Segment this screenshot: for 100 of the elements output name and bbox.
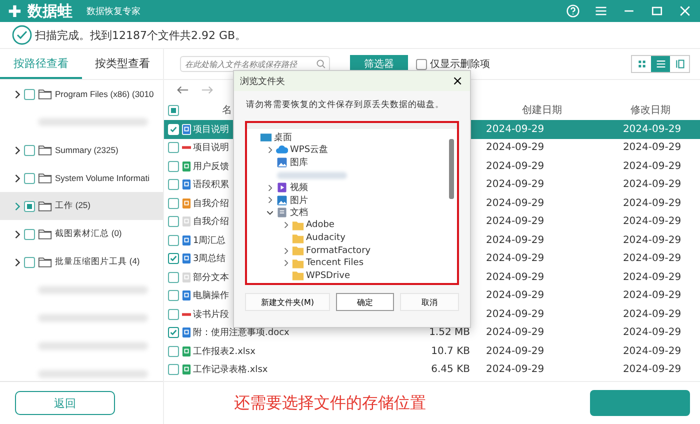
- chevron-icon[interactable]: [14, 146, 21, 154]
- file-name: 读书片段: [193, 308, 229, 321]
- created-date: 2024-09-29: [486, 290, 544, 302]
- back-arrow-icon[interactable]: [176, 85, 189, 95]
- created-date: 2024-09-29: [486, 142, 544, 154]
- forward-arrow-icon[interactable]: [201, 85, 214, 95]
- tree-item[interactable]: 工作 (25): [0, 192, 163, 220]
- folder-icon: [38, 256, 52, 268]
- close-button[interactable]: ×: [449, 74, 466, 88]
- folder-name[interactable]: 图片: [290, 194, 308, 207]
- cloud-icon: [276, 144, 288, 156]
- file-size: 1.52 MB: [429, 327, 470, 338]
- checkbox[interactable]: [168, 160, 178, 172]
- modified-date: 2024-09-29: [622, 234, 682, 246]
- modified-date: 2024-09-29: [622, 272, 682, 283]
- folder-name[interactable]: Tencent Files: [306, 258, 364, 268]
- columns-icon: [674, 59, 684, 69]
- column-header[interactable]: 创建日期: [475, 103, 601, 117]
- tree-item[interactable]: Program Files (x86) (3010: [0, 80, 163, 108]
- view-tab[interactable]: 按类型查看: [82, 49, 163, 79]
- checkbox[interactable]: [168, 290, 178, 302]
- created-date: 2024-09-29: [486, 308, 544, 320]
- chevron-right-icon[interactable]: [266, 184, 274, 192]
- search-icon[interactable]: [316, 59, 326, 69]
- folder-name[interactable]: WPSDrive: [306, 270, 350, 281]
- chevron-icon[interactable]: [14, 258, 21, 266]
- checkbox[interactable]: [24, 256, 35, 268]
- dialog-button[interactable]: 取消: [400, 293, 460, 311]
- folder-name[interactable]: WPS云盘: [290, 143, 328, 156]
- chevron-icon[interactable]: [14, 174, 21, 182]
- checkbox[interactable]: [168, 346, 178, 357]
- app-name: 数据蛙: [27, 2, 72, 20]
- modified-date: 2024-09-29: [622, 179, 682, 190]
- folder-name[interactable]: Audacity: [306, 233, 346, 244]
- tree-item[interactable]: Summary (2325): [0, 136, 163, 164]
- checkbox[interactable]: [168, 364, 178, 376]
- chevron-right-icon[interactable]: [282, 259, 290, 268]
- list-view-button[interactable]: [651, 56, 670, 72]
- folder-icon: [38, 172, 52, 184]
- folder-tree[interactable]: 桌面 WPS云盘 图库 视频 图片 文档 Adobe Audacity FormatFactory Tencent Files WPSDrive: [247, 123, 457, 283]
- close-icon[interactable]: [678, 4, 692, 18]
- chevron-icon[interactable]: [14, 90, 21, 98]
- created-date: 2024-09-29: [486, 216, 544, 228]
- modified-date: 2024-09-29: [622, 346, 682, 357]
- back-button[interactable]: 返回: [15, 391, 115, 415]
- folder-name[interactable]: 视频: [290, 181, 308, 194]
- chevron-right-icon[interactable]: [266, 146, 274, 154]
- column-header[interactable]: 名: [182, 103, 232, 117]
- dialog-button[interactable]: 新建文件夹(M): [245, 293, 330, 311]
- deleted-only-checkbox[interactable]: 仅显示删除项: [416, 57, 490, 71]
- text-file-icon: [182, 216, 191, 228]
- checkbox[interactable]: [168, 327, 178, 338]
- folder-name[interactable]: 文档: [290, 206, 308, 220]
- checkbox[interactable]: [168, 308, 178, 320]
- modified-date: 2024-09-29: [622, 216, 682, 228]
- modified-date: 2024-09-29: [622, 253, 682, 264]
- file-name: 用户反馈: [193, 160, 229, 173]
- menu-icon[interactable]: [594, 4, 608, 18]
- checkbox[interactable]: [168, 253, 178, 264]
- checkbox[interactable]: [168, 179, 178, 190]
- tree-item[interactable]: System Volume Informati: [0, 164, 163, 192]
- chevron-down-icon[interactable]: [266, 208, 274, 217]
- ppt-file-icon: [182, 198, 191, 209]
- folder-name[interactable]: 图库: [290, 156, 308, 169]
- checkbox[interactable]: [24, 172, 35, 184]
- folder-icon: [292, 220, 304, 231]
- folder-icon: [292, 232, 304, 244]
- folder-name[interactable]: FormatFactory: [306, 246, 371, 256]
- file-size: 10.7 KB: [431, 346, 470, 357]
- created-date: 2024-09-29: [486, 198, 544, 209]
- checkbox[interactable]: [24, 88, 35, 100]
- chevron-right-icon[interactable]: [282, 221, 290, 230]
- column-header[interactable]: 修改日期: [601, 103, 700, 117]
- folder-name[interactable]: Adobe: [306, 220, 334, 230]
- checkbox[interactable]: [168, 198, 178, 209]
- folder-icon: [38, 200, 52, 212]
- chevron-icon[interactable]: [14, 230, 21, 238]
- chevron-right-icon[interactable]: [282, 246, 290, 255]
- search-field[interactable]: 在此处输入文件名称或保存路径: [180, 56, 330, 72]
- folder-name[interactable]: 桌面: [274, 130, 292, 144]
- checkbox[interactable]: [24, 144, 35, 156]
- dialog-button[interactable]: 确定: [336, 293, 394, 311]
- select-all-checkbox[interactable]: [168, 104, 178, 116]
- maximize-icon[interactable]: [650, 4, 664, 18]
- checkbox[interactable]: [24, 200, 35, 212]
- checkbox[interactable]: [168, 216, 178, 228]
- scan-status: 扫描完成。找到12187个文件共2.92 GB。: [35, 28, 246, 42]
- chevron-right-icon[interactable]: [266, 196, 274, 204]
- file-name: 3周总结: [193, 252, 226, 266]
- help-icon[interactable]: [566, 4, 580, 18]
- checkbox[interactable]: [168, 272, 178, 283]
- checkbox[interactable]: [168, 142, 178, 154]
- checkbox[interactable]: [24, 228, 35, 240]
- folder-name: Program Files (x86) (3010: [55, 89, 154, 99]
- checkbox[interactable]: [168, 234, 178, 246]
- checkbox[interactable]: [416, 58, 427, 70]
- tree-item[interactable]: 截图素材汇总 (0): [0, 220, 163, 248]
- tree-item[interactable]: 批量压缩图片工具 (4): [0, 248, 163, 276]
- scrollbar-thumb[interactable]: [449, 139, 454, 199]
- word-file-icon: [182, 290, 191, 302]
